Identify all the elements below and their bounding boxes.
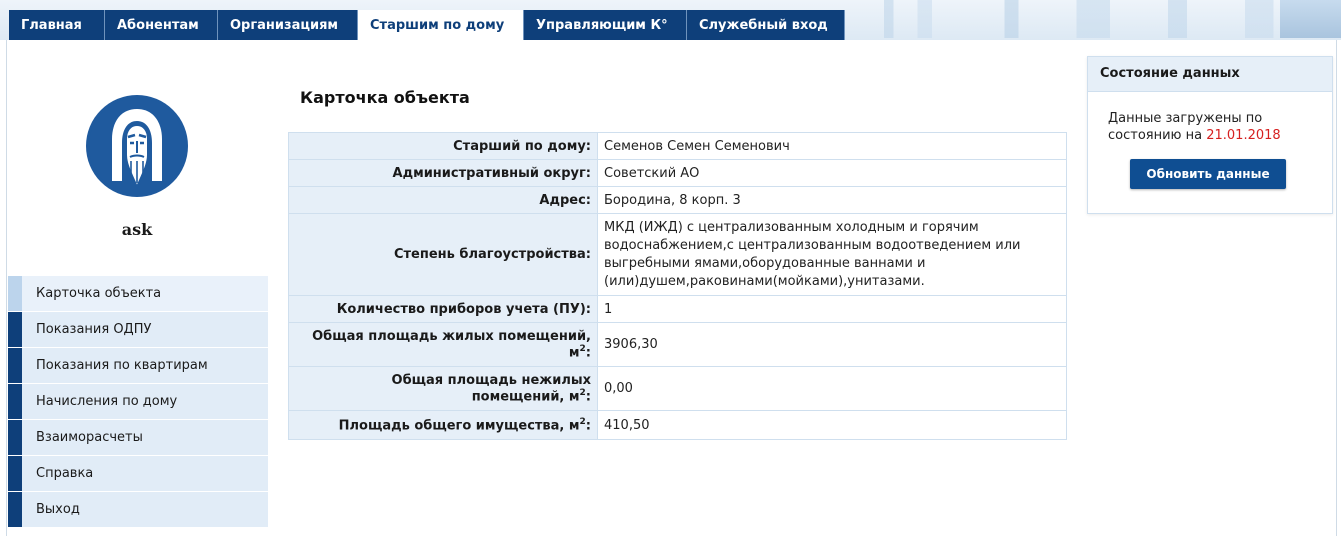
field-label: Степень благоустройства: <box>288 213 598 296</box>
bearded-face-logo-icon <box>86 95 188 197</box>
field-label: Количество приборов учета (ПУ): <box>288 295 598 323</box>
field-label: Общая площадь нежилых помещений, м <box>391 372 591 405</box>
refresh-data-button[interactable]: Обновить данные <box>1130 159 1286 189</box>
data-status-panel: Состояние данных Данные загружены по сос… <box>1087 56 1333 214</box>
field-label-with-unit: Общая площадь жилых помещений, м2: <box>288 322 598 367</box>
sidebar-item-label: Справка <box>36 466 94 481</box>
table-row: Площадь общего имущества, м2: 410,50 <box>288 410 1067 440</box>
sidebar-item-house-charges[interactable]: Начисления по дому <box>8 384 268 420</box>
menu-marker <box>8 312 22 347</box>
field-label: Площадь общего имущества, м <box>338 418 580 434</box>
sidebar-item-label: Показания ОДПУ <box>36 322 152 337</box>
field-label: Общая площадь жилых помещений, м <box>312 328 591 361</box>
table-row: Старший по дому: Семенов Семен Семенович <box>288 132 1067 160</box>
page-title: Карточка объекта <box>300 88 470 107</box>
label-colon: : <box>585 345 591 361</box>
menu-marker <box>8 456 22 491</box>
menu-marker <box>8 384 22 419</box>
field-value: МКД (ИЖД) с централизованным холодным и … <box>597 213 1067 296</box>
tab-house-seniors[interactable]: Старшим по дому <box>358 10 524 41</box>
sidebar-menu: Карточка объекта Показания ОДПУ Показани… <box>8 276 268 528</box>
table-row: Административный округ: Советский АО <box>288 159 1067 187</box>
panel-title: Состояние данных <box>1088 57 1332 92</box>
field-value: Советский АО <box>597 159 1067 187</box>
user-name: ask <box>121 220 153 239</box>
main-tabs: Главная Абонентам Организациям Старшим п… <box>9 10 845 41</box>
field-label: Старший по дому: <box>288 132 598 160</box>
table-row: Общая площадь жилых помещений, м2: 3906,… <box>288 322 1067 367</box>
sidebar-item-label: Выход <box>36 502 80 517</box>
sidebar-item-object-card[interactable]: Карточка объекта <box>8 276 268 312</box>
menu-marker <box>8 492 22 527</box>
top-navigation-bar: Главная Абонентам Организациям Старшим п… <box>0 0 1341 41</box>
tab-organizations[interactable]: Организациям <box>218 10 358 40</box>
field-label: Адрес: <box>288 186 598 214</box>
field-label: Административный округ: <box>288 159 598 187</box>
sidebar-item-apartment-readings[interactable]: Показания по квартирам <box>8 348 268 384</box>
table-row: Количество приборов учета (ПУ): 1 <box>288 295 1067 323</box>
sidebar-item-help[interactable]: Справка <box>8 456 268 492</box>
sidebar-item-label: Показания по квартирам <box>36 358 208 373</box>
tab-managers[interactable]: Управляющим К° <box>524 10 687 40</box>
header-decoration-right <box>1280 0 1341 38</box>
field-label-with-unit: Площадь общего имущества, м2: <box>288 410 598 440</box>
tab-subscribers[interactable]: Абонентам <box>105 10 218 40</box>
menu-marker <box>8 348 22 383</box>
menu-marker <box>8 420 22 455</box>
sidebar-item-settlements[interactable]: Взаиморасчеты <box>8 420 268 456</box>
field-label-with-unit: Общая площадь нежилых помещений, м2: <box>288 366 598 411</box>
object-card-table: Старший по дому: Семенов Семен Семенович… <box>288 132 1067 440</box>
field-value: Бородина, 8 корп. 3 <box>597 186 1067 214</box>
field-value: 0,00 <box>597 366 1067 411</box>
tab-home[interactable]: Главная <box>9 10 105 40</box>
header-decoration <box>860 0 1341 38</box>
sidebar-item-label: Взаиморасчеты <box>36 430 143 445</box>
sidebar-item-odpu-readings[interactable]: Показания ОДПУ <box>8 312 268 348</box>
field-value: 410,50 <box>597 410 1067 440</box>
label-colon: : <box>585 389 591 405</box>
sidebar-item-label: Карточка объекта <box>36 286 162 301</box>
status-date: 21.01.2018 <box>1206 128 1281 143</box>
label-colon: : <box>585 418 591 434</box>
status-message: Данные загружены по состоянию на 21.01.2… <box>1088 92 1332 144</box>
table-row: Адрес: Бородина, 8 корп. 3 <box>288 186 1067 214</box>
table-row: Степень благоустройства: МКД (ИЖД) с цен… <box>288 213 1067 296</box>
field-value: 3906,30 <box>597 322 1067 367</box>
field-value: Семенов Семен Семенович <box>597 132 1067 160</box>
sidebar-item-label: Начисления по дому <box>36 394 178 409</box>
table-row: Общая площадь нежилых помещений, м2: 0,0… <box>288 366 1067 411</box>
field-value: 1 <box>597 295 1067 323</box>
tab-service-login[interactable]: Служебный вход <box>687 10 845 40</box>
menu-marker <box>8 276 22 311</box>
sidebar-item-logout[interactable]: Выход <box>8 492 268 528</box>
